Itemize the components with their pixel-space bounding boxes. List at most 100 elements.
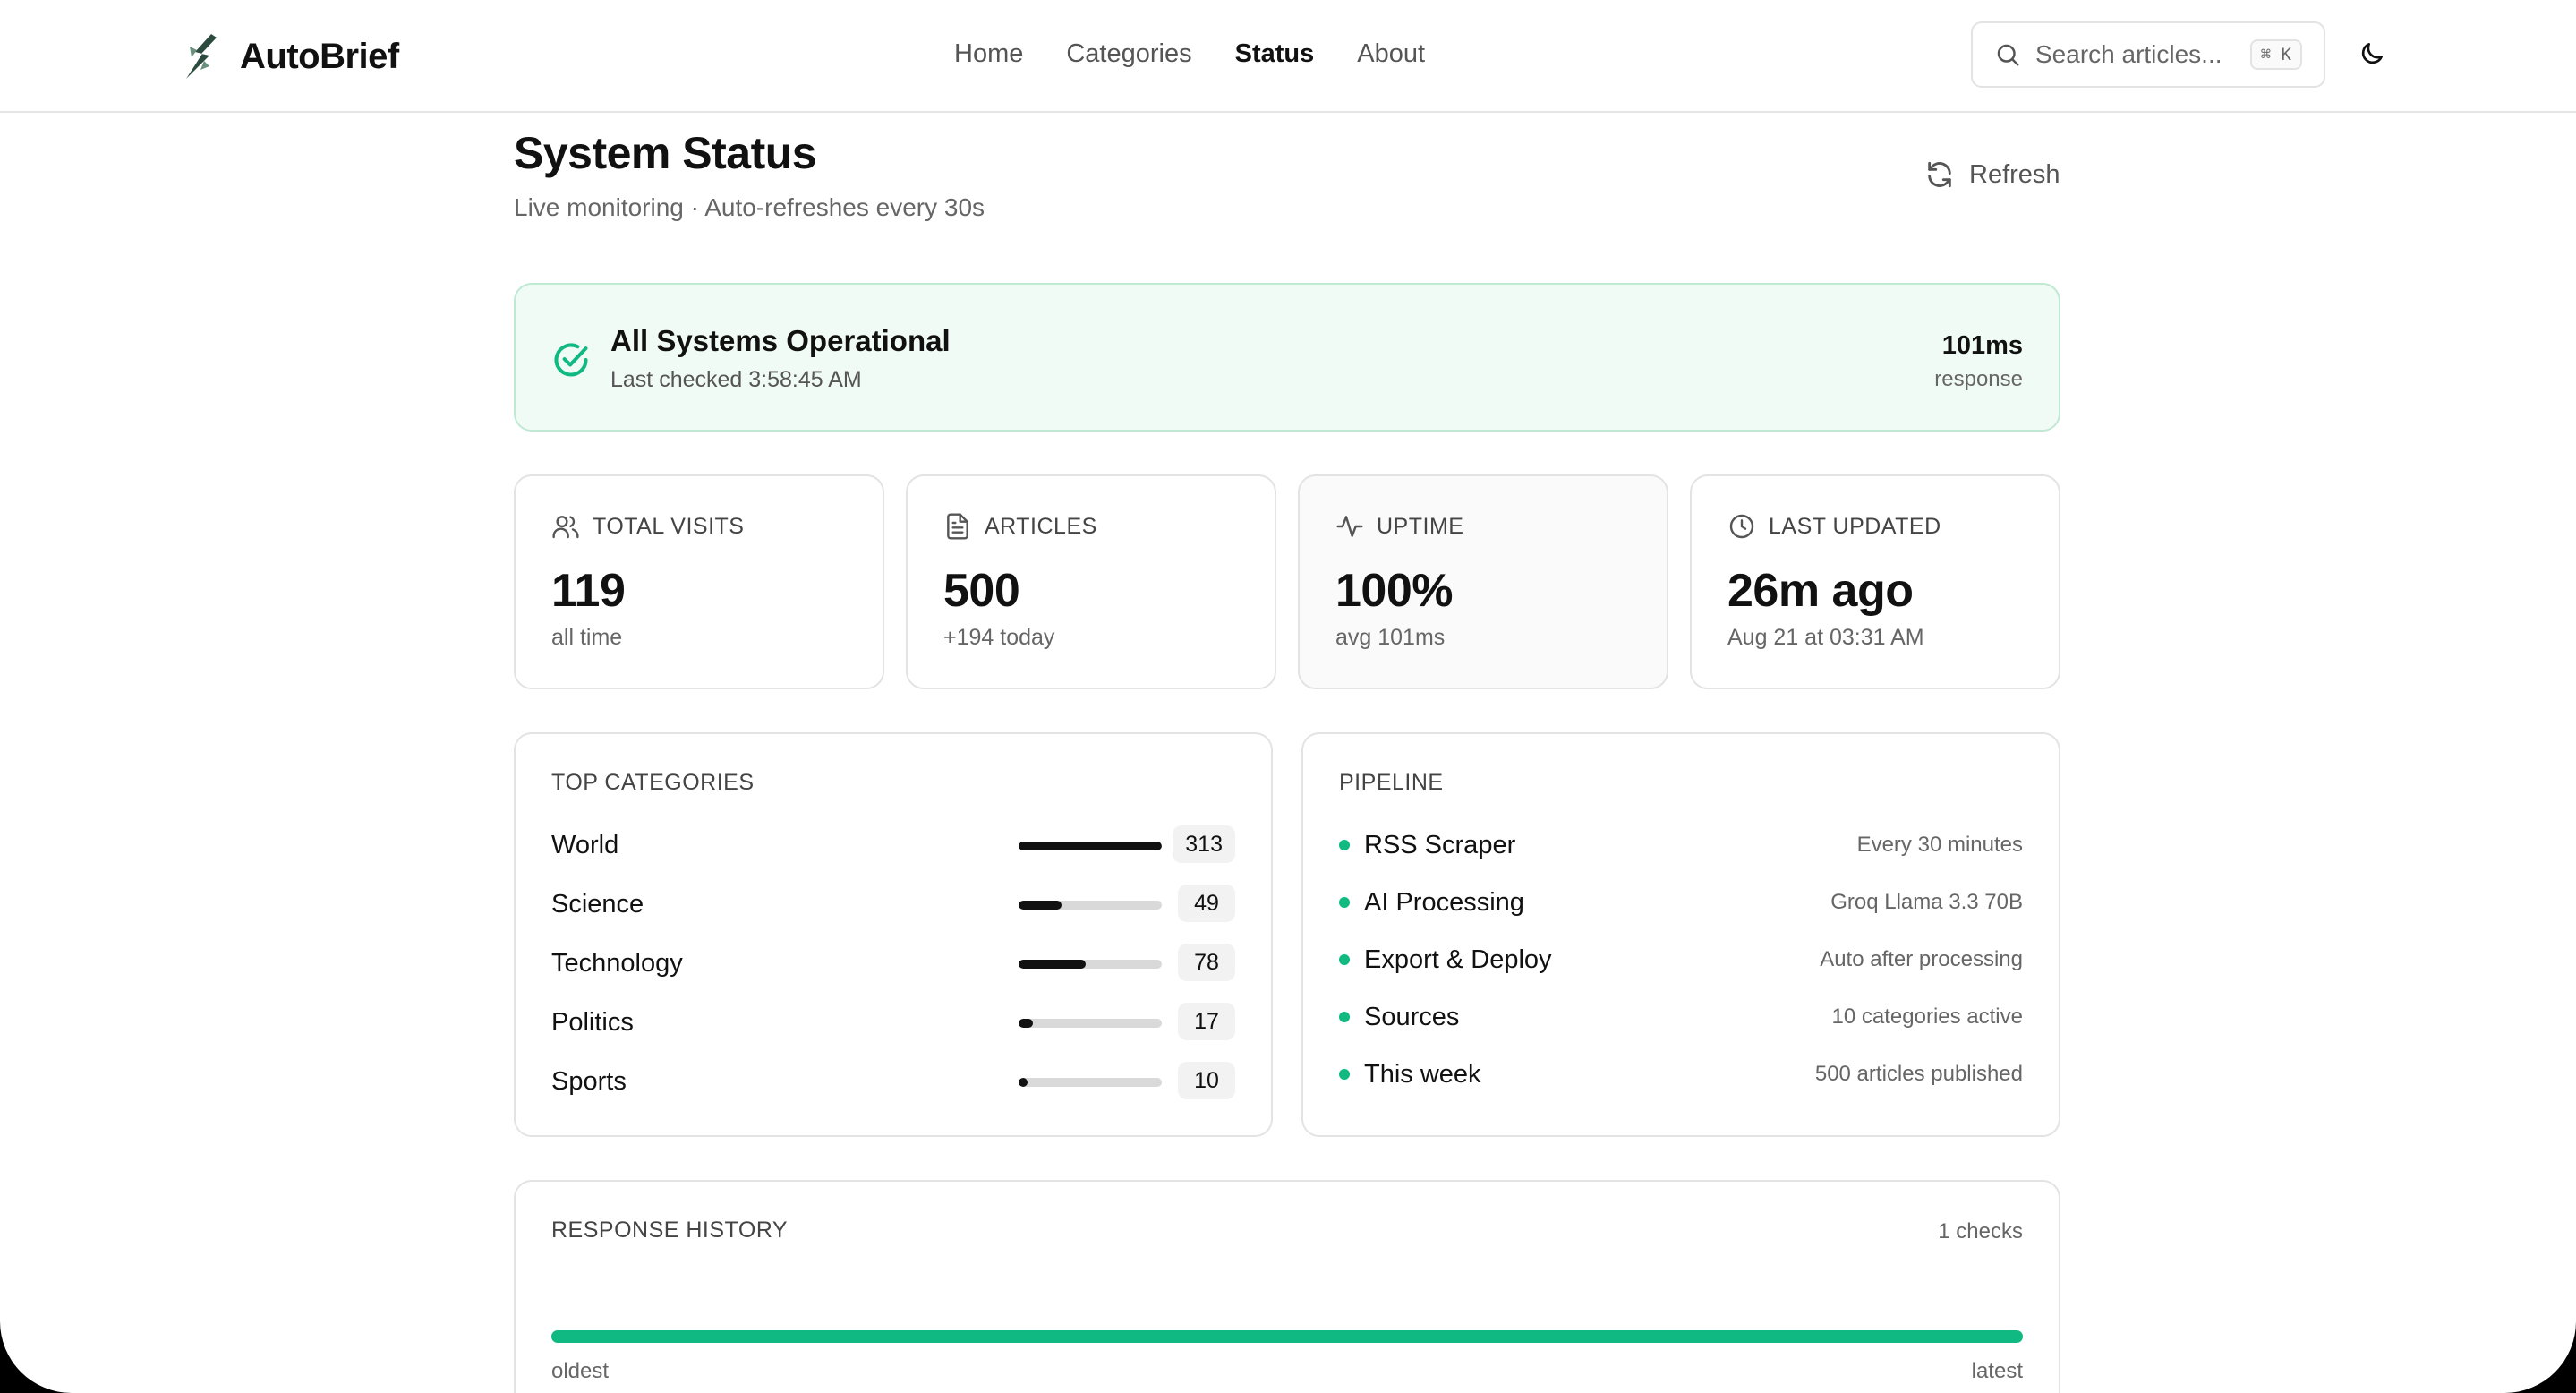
stat-sub: Aug 21 at 03:31 AM bbox=[1727, 625, 1924, 650]
refresh-label: Refresh bbox=[1969, 159, 2060, 189]
response-history-panel: RESPONSE HISTORY 1 checks oldest latest bbox=[514, 1180, 2060, 1393]
theme-toggle-button[interactable] bbox=[2354, 36, 2390, 72]
brand-logo[interactable]: AutoBrief bbox=[177, 30, 399, 82]
category-bar-fill bbox=[1019, 901, 1062, 910]
category-bar bbox=[1019, 1078, 1162, 1087]
stat-sub: all time bbox=[551, 625, 623, 650]
clock-icon bbox=[1729, 514, 1754, 539]
category-bar bbox=[1019, 842, 1162, 850]
stat-label: ARTICLES bbox=[985, 513, 1097, 539]
category-count: 17 bbox=[1178, 1003, 1235, 1040]
stat-card-uptime: UPTIME 100% avg 101ms bbox=[1298, 474, 1668, 689]
category-name: Science bbox=[551, 890, 644, 919]
response-history-bar[interactable] bbox=[551, 1330, 2023, 1343]
main-nav: Home Categories Status About bbox=[954, 34, 1425, 73]
pipeline-panel: PIPELINE RSS Scraper Every 30 minutes AI… bbox=[1301, 732, 2060, 1137]
category-row-technology[interactable]: Technology 78 bbox=[551, 942, 1235, 985]
category-bar bbox=[1019, 901, 1162, 910]
page-title: System Status bbox=[514, 128, 817, 178]
top-categories-panel: TOP CATEGORIES World 313 Science 49 Tech… bbox=[514, 732, 1273, 1137]
axis-label-latest: latest bbox=[1971, 1359, 2023, 1383]
search-placeholder: Search articles... bbox=[2035, 40, 2222, 68]
category-count: 49 bbox=[1178, 885, 1235, 922]
refresh-button[interactable]: Refresh bbox=[1924, 159, 2060, 190]
stat-label: TOTAL VISITS bbox=[593, 513, 745, 539]
pipeline-step-name: Sources bbox=[1364, 1003, 1460, 1031]
pipeline-row: RSS Scraper Every 30 minutes bbox=[1339, 825, 2023, 865]
status-dot bbox=[1339, 897, 1350, 908]
pipeline-step-name: AI Processing bbox=[1364, 888, 1524, 917]
refresh-icon bbox=[1928, 161, 1951, 188]
category-name: Technology bbox=[551, 949, 683, 978]
status-dot bbox=[1339, 1012, 1350, 1022]
screen-corner bbox=[0, 1321, 72, 1393]
stat-sub: +194 today bbox=[943, 625, 1055, 650]
category-bar-fill bbox=[1019, 842, 1162, 850]
status-dot bbox=[1339, 840, 1350, 850]
stat-value: 119 bbox=[551, 565, 626, 617]
check-circle-icon bbox=[554, 343, 588, 377]
category-row-politics[interactable]: Politics 17 bbox=[551, 1001, 1235, 1044]
response-time-label: response bbox=[1934, 367, 2023, 391]
status-banner: All Systems Operational Last checked 3:5… bbox=[514, 283, 2060, 432]
stat-label: LAST UPDATED bbox=[1769, 513, 1941, 539]
category-bar-fill bbox=[1019, 1019, 1033, 1028]
pipeline-step-name: This week bbox=[1364, 1060, 1481, 1089]
pipeline-row: Export & Deploy Auto after processing bbox=[1339, 940, 2023, 979]
category-bar bbox=[1019, 1019, 1162, 1028]
pipeline-step-name: Export & Deploy bbox=[1364, 945, 1552, 974]
panel-title: TOP CATEGORIES bbox=[551, 770, 755, 795]
category-row-sports[interactable]: Sports 10 bbox=[551, 1060, 1235, 1103]
axis-label-oldest: oldest bbox=[551, 1359, 610, 1383]
stat-card-articles: ARTICLES 500 +194 today bbox=[906, 474, 1276, 689]
category-bar-fill bbox=[1019, 960, 1087, 969]
stat-card-last-updated: LAST UPDATED 26m ago Aug 21 at 03:31 AM bbox=[1690, 474, 2060, 689]
stat-sub: avg 101ms bbox=[1335, 625, 1446, 650]
category-bar bbox=[1019, 960, 1162, 969]
moon-icon bbox=[2361, 43, 2383, 64]
category-name: World bbox=[551, 831, 619, 859]
stat-value: 26m ago bbox=[1727, 565, 1914, 617]
pipeline-row: AI Processing Groq Llama 3.3 70B bbox=[1339, 883, 2023, 922]
status-page: AutoBrief Home Categories Status About S… bbox=[0, 0, 2576, 1393]
lightning-bird-icon bbox=[186, 34, 217, 79]
top-header: AutoBrief Home Categories Status About S… bbox=[0, 0, 2576, 113]
nav-status[interactable]: Status bbox=[1235, 34, 1315, 73]
pipeline-row: Sources 10 categories active bbox=[1339, 997, 2023, 1037]
category-count: 313 bbox=[1173, 825, 1235, 863]
pipeline-step-detail: Groq Llama 3.3 70B bbox=[1830, 890, 2023, 914]
category-name: Politics bbox=[551, 1008, 634, 1037]
pipeline-step-detail: Every 30 minutes bbox=[1856, 833, 2023, 857]
brand-name: AutoBrief bbox=[240, 36, 399, 76]
search-icon bbox=[1997, 44, 2019, 66]
category-bar-fill bbox=[1019, 1078, 1028, 1087]
activity-icon bbox=[1336, 516, 1363, 537]
screen-corner bbox=[2504, 1321, 2576, 1393]
category-row-science[interactable]: Science 49 bbox=[551, 883, 1235, 926]
stat-value: 500 bbox=[943, 565, 1020, 617]
pipeline-step-detail: 500 articles published bbox=[1814, 1062, 2023, 1086]
page-subtitle: Live monitoring · Auto-refreshes every 3… bbox=[514, 193, 985, 221]
response-time-value: 101ms bbox=[1941, 331, 2023, 360]
stat-card-total-visits: TOTAL VISITS 119 all time bbox=[514, 474, 884, 689]
search-box[interactable]: Search articles... ⌘ K bbox=[1971, 21, 2325, 88]
status-title: All Systems Operational bbox=[610, 324, 951, 357]
category-name: Sports bbox=[551, 1067, 627, 1096]
nav-home[interactable]: Home bbox=[954, 34, 1023, 73]
status-dot bbox=[1339, 954, 1350, 965]
category-count: 10 bbox=[1178, 1062, 1235, 1099]
nav-about[interactable]: About bbox=[1357, 34, 1425, 73]
nav-categories[interactable]: Categories bbox=[1066, 34, 1191, 73]
checks-count: 1 checks bbox=[1938, 1219, 2023, 1243]
pipeline-step-detail: 10 categories active bbox=[1831, 1004, 2023, 1029]
last-checked-text: Last checked 3:58:45 AM bbox=[610, 367, 862, 392]
users-icon bbox=[552, 516, 579, 539]
category-row-world[interactable]: World 313 bbox=[551, 824, 1235, 867]
pipeline-row: This week 500 articles published bbox=[1339, 1055, 2023, 1094]
search-shortcut-badge: ⌘ K bbox=[2249, 39, 2302, 70]
status-dot bbox=[1339, 1069, 1350, 1080]
panel-title: RESPONSE HISTORY bbox=[551, 1218, 789, 1243]
stat-label: UPTIME bbox=[1377, 513, 1464, 539]
document-icon bbox=[947, 513, 968, 540]
panel-title: PIPELINE bbox=[1339, 770, 1444, 795]
